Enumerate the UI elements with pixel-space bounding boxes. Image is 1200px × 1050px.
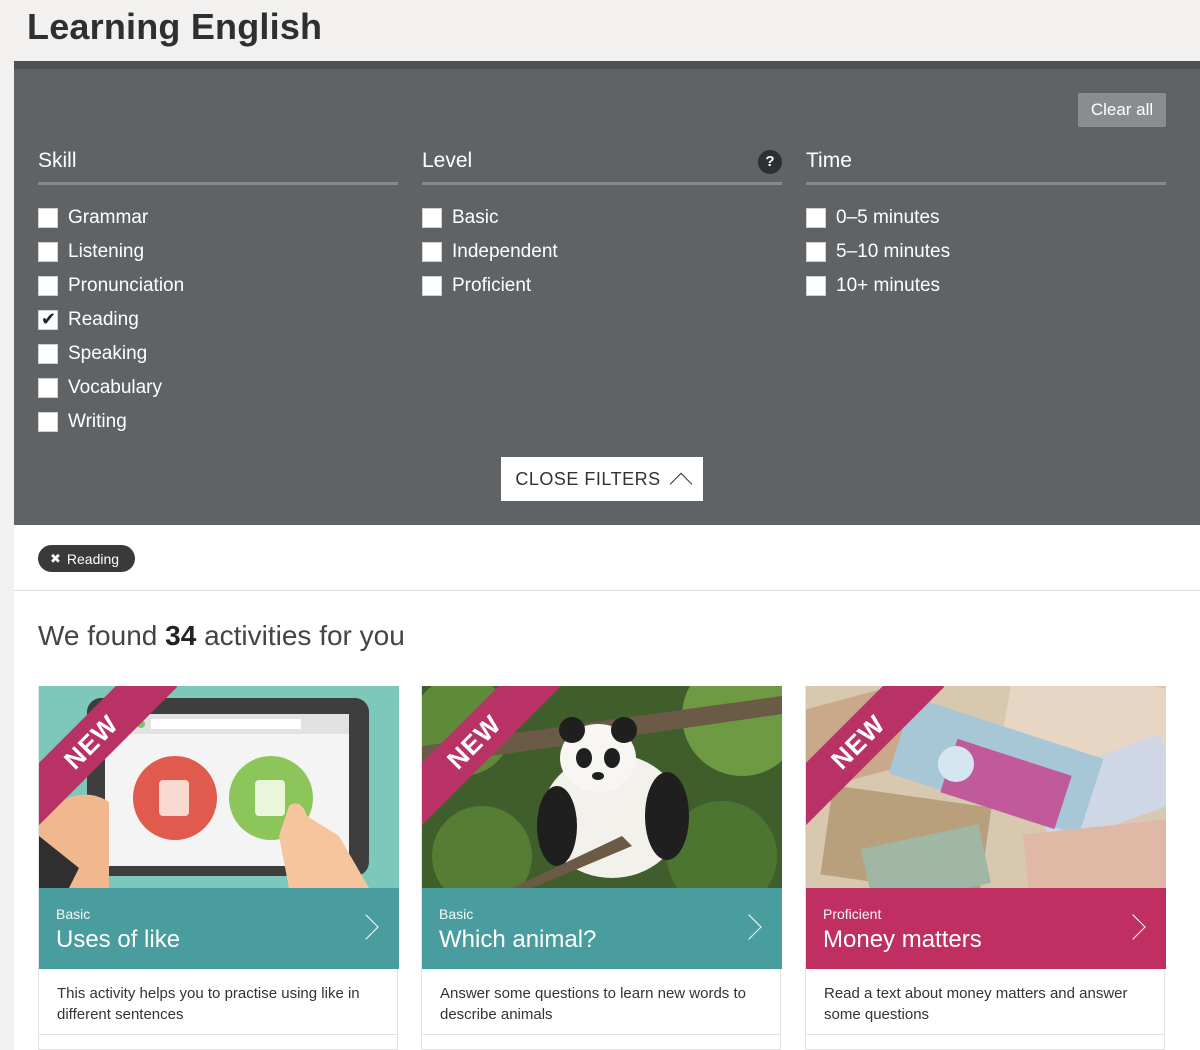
card-thumbnail[interactable]: NEW bbox=[806, 686, 1166, 888]
skill-option-vocabulary[interactable]: Vocabulary bbox=[38, 371, 398, 405]
page-title: Learning English bbox=[27, 6, 323, 47]
results-suffix: activities for you bbox=[204, 620, 405, 651]
option-label: Writing bbox=[68, 411, 127, 432]
skill-option-grammar[interactable]: Grammar bbox=[38, 201, 398, 235]
checkbox-icon[interactable] bbox=[38, 242, 58, 262]
card-level: Basic bbox=[56, 906, 91, 922]
option-label: Grammar bbox=[68, 207, 149, 228]
close-filters-label: CLOSE FILTERS bbox=[515, 468, 661, 489]
checkbox-icon[interactable] bbox=[422, 242, 442, 262]
time-option-10-minutes[interactable]: 10+ minutes bbox=[806, 269, 1166, 303]
skill-option-speaking[interactable]: Speaking bbox=[38, 337, 398, 371]
skill-options: Grammar Listening Pronunciation Reading Spea… bbox=[38, 201, 398, 439]
checkbox-icon[interactable] bbox=[422, 208, 442, 228]
close-filters-button[interactable]: CLOSE FILTERS bbox=[501, 457, 703, 501]
activity-card[interactable]: NEW Basic Which animal? Answer some ques… bbox=[421, 686, 782, 1050]
checkbox-icon[interactable] bbox=[422, 276, 442, 296]
main-content: Clear all Skill Grammar Listening Pronunci… bbox=[14, 61, 1200, 1050]
card-description: Answer some questions to learn new words… bbox=[422, 969, 780, 1035]
level-option-proficient[interactable]: Proficient bbox=[422, 269, 782, 303]
level-heading-text: Level bbox=[422, 149, 473, 172]
checkbox-icon[interactable] bbox=[806, 276, 826, 296]
option-label: Listening bbox=[68, 241, 145, 262]
checkbox-icon[interactable] bbox=[38, 276, 58, 296]
checkbox-icon[interactable] bbox=[38, 412, 58, 432]
results-summary: We found 34 activities for you bbox=[38, 620, 405, 652]
level-heading: Level ? bbox=[422, 145, 782, 185]
level-option-independent[interactable]: Independent bbox=[422, 235, 782, 269]
level-options: Basic Independent Proficient bbox=[422, 201, 782, 303]
skill-option-listening[interactable]: Listening bbox=[38, 235, 398, 269]
option-label: Vocabulary bbox=[68, 377, 163, 398]
skill-option-pronunciation[interactable]: Pronunciation bbox=[38, 269, 398, 303]
time-option-5-10-minutes[interactable]: 5–10 minutes bbox=[806, 235, 1166, 269]
skill-option-writing[interactable]: Writing bbox=[38, 405, 398, 439]
checkbox-icon[interactable] bbox=[38, 344, 58, 364]
skill-filter-column: Skill Grammar Listening Pronunciation Readi… bbox=[38, 145, 398, 439]
time-options: 0–5 minutes 5–10 minutes 10+ minutes bbox=[806, 201, 1166, 303]
chevron-up-icon bbox=[669, 472, 692, 496]
active-filter-label: Reading bbox=[66, 550, 120, 567]
card-title[interactable]: Money matters bbox=[823, 926, 1149, 954]
card-title[interactable]: Which animal? bbox=[439, 926, 765, 954]
option-label: Basic bbox=[452, 207, 499, 228]
checkbox-icon[interactable] bbox=[806, 242, 826, 262]
skill-heading-text: Skill bbox=[38, 149, 77, 172]
remove-filter-icon[interactable]: ✖ bbox=[50, 551, 61, 567]
time-option-0-5-minutes[interactable]: 0–5 minutes bbox=[806, 201, 1166, 235]
card-level: Basic bbox=[439, 906, 474, 922]
checkbox-icon[interactable] bbox=[806, 208, 826, 228]
activity-card[interactable]: NEW Basic Uses of like This activity hel… bbox=[38, 686, 399, 1050]
skill-option-reading[interactable]: Reading bbox=[38, 303, 398, 337]
card-description: This activity helps you to practise usin… bbox=[39, 969, 397, 1035]
card-description: Read a text about money matters and answ… bbox=[806, 969, 1164, 1035]
filter-panel: Clear all Skill Grammar Listening Pronunci… bbox=[14, 61, 1200, 525]
active-filter-chip[interactable]: ✖ Reading bbox=[38, 545, 135, 572]
card-thumbnail[interactable]: NEW bbox=[422, 686, 782, 888]
card-title-band[interactable]: Basic Uses of like bbox=[39, 888, 399, 969]
help-icon[interactable]: ? bbox=[758, 150, 782, 174]
results-prefix: We found bbox=[38, 620, 158, 651]
card-level: Proficient bbox=[823, 906, 882, 922]
clear-all-button[interactable]: Clear all bbox=[1078, 93, 1166, 127]
time-filter-column: Time 0–5 minutes 5–10 minutes 10+ minutes bbox=[806, 145, 1166, 303]
option-label: 10+ minutes bbox=[836, 275, 941, 296]
option-label: 0–5 minutes bbox=[836, 207, 940, 228]
activity-card[interactable]: NEW Proficient Money matters Read a text… bbox=[805, 686, 1166, 1050]
card-title-band[interactable]: Proficient Money matters bbox=[806, 888, 1166, 969]
card-thumbnail[interactable]: NEW bbox=[39, 686, 399, 888]
option-label: Independent bbox=[452, 241, 558, 262]
card-title-band[interactable]: Basic Which animal? bbox=[422, 888, 782, 969]
checkbox-checked-icon[interactable] bbox=[38, 309, 58, 330]
level-option-basic[interactable]: Basic bbox=[422, 201, 782, 235]
divider bbox=[14, 590, 1200, 591]
option-label: Proficient bbox=[452, 275, 532, 296]
option-label: Speaking bbox=[68, 343, 148, 364]
checkbox-icon[interactable] bbox=[38, 378, 58, 398]
time-heading: Time bbox=[806, 145, 1166, 185]
option-label: 5–10 minutes bbox=[836, 241, 951, 262]
checkbox-icon[interactable] bbox=[38, 208, 58, 228]
skill-heading: Skill bbox=[38, 145, 398, 185]
card-title[interactable]: Uses of like bbox=[56, 926, 382, 954]
option-label: Reading bbox=[68, 309, 139, 330]
results-count: 34 bbox=[165, 620, 197, 651]
level-filter-column: Level ? Basic Independent Proficient bbox=[422, 145, 782, 303]
time-heading-text: Time bbox=[806, 149, 852, 172]
option-label: Pronunciation bbox=[68, 275, 185, 296]
